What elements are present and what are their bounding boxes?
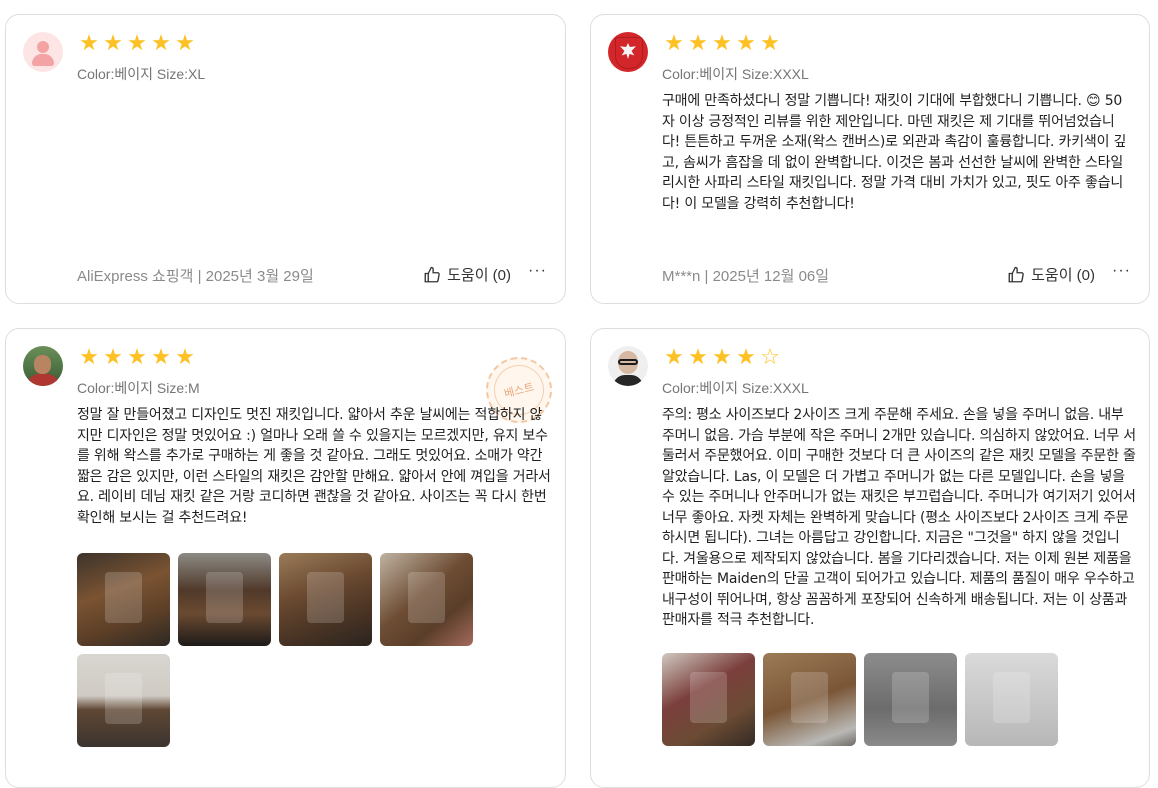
more-options-icon[interactable]: ··· [528, 262, 547, 280]
review-photo[interactable] [662, 653, 755, 746]
sku-info: Color:베이지 Size:XXXL [662, 66, 809, 82]
star-rating: ★ ★ ★ ★ ★ [78, 347, 196, 369]
star-rating: ★ ★ ★ ★ ☆ [663, 347, 781, 369]
star-icon: ★ [175, 345, 195, 370]
sku-info: Color:베이지 Size:XL [77, 66, 206, 82]
review-photo[interactable] [965, 653, 1058, 746]
sku-info: Color:베이지 Size:XXXL [662, 380, 809, 396]
star-icon: ★ [79, 345, 99, 370]
review-card: ★ ★ ★ ★ ☆ Color:베이지 Size:XXXL 주의: 평소 사이즈보다 2… [590, 328, 1150, 788]
star-rating: ★ ★ ★ ★ ★ [78, 33, 196, 55]
review-photo[interactable] [77, 553, 170, 646]
review-meta: M***n | 2025년 12월 06일 [662, 268, 830, 285]
star-rating: ★ ★ ★ ★ ★ [663, 33, 781, 55]
review-footer: M***n | 2025년 12월 06일 도움이 (0) ··· [662, 262, 1131, 286]
review-card: ★ ★ ★ ★ ★ Color:베이지 Size:M 베스트 정말 잘 만들어졌고 디자… [5, 328, 566, 788]
review-footer: AliExpress 쇼핑객 | 2025년 3월 29일 도움이 (0) ··… [77, 262, 547, 286]
star-icon: ★ [664, 31, 684, 56]
avatar [23, 346, 63, 386]
sku-info: Color:베이지 Size:M [77, 380, 200, 396]
star-icon: ★ [688, 31, 708, 56]
review-photo[interactable] [279, 553, 372, 646]
thumbs-up-icon [424, 266, 440, 282]
helpful-label: 도움이 (0) [447, 267, 511, 284]
star-icon: ★ [79, 31, 99, 56]
star-icon: ★ [736, 31, 756, 56]
star-icon: ★ [736, 345, 756, 370]
review-photos [662, 653, 1082, 746]
star-icon: ★ [712, 345, 732, 370]
review-meta: AliExpress 쇼핑객 | 2025년 3월 29일 [77, 268, 314, 285]
review-photos [77, 553, 497, 747]
star-icon: ★ [688, 345, 708, 370]
avatar [608, 346, 648, 386]
star-icon: ★ [151, 31, 171, 56]
review-photo[interactable] [178, 553, 271, 646]
star-icon: ★ [760, 31, 780, 56]
star-icon: ★ [175, 31, 195, 56]
star-icon: ★ [664, 345, 684, 370]
more-options-icon[interactable]: ··· [1112, 262, 1131, 280]
avatar [23, 32, 63, 72]
review-text: 정말 잘 만들어졌고 디자인도 멋진 재킷입니다. 얇아서 추운 날씨에는 적합… [77, 407, 551, 526]
review-photo[interactable] [763, 653, 856, 746]
helpful-button[interactable]: 도움이 (0) [423, 264, 511, 285]
star-icon: ★ [103, 345, 123, 370]
review-text: 구매에 만족하셨다니 정말 기쁩니다! 재킷이 기대에 부합했다니 기쁩니다. … [662, 93, 1127, 212]
star-empty-icon: ☆ [760, 345, 780, 370]
helpful-label: 도움이 (0) [1031, 267, 1095, 284]
review-photo[interactable] [380, 553, 473, 646]
thumbs-up-icon [1008, 266, 1024, 282]
review-text: 주의: 평소 사이즈보다 2사이즈 크게 주문해 주세요. 손을 넣을 주머니 … [662, 407, 1136, 628]
review-card: ★ ★ ★ ★ ★ Color:베이지 Size:XL AliExpress 쇼핑객 |… [5, 14, 566, 304]
review-card: ★ ★ ★ ★ ★ Color:베이지 Size:XXXL 구매에 만족하셨다니 정말 … [590, 14, 1150, 304]
star-icon: ★ [712, 31, 732, 56]
avatar [608, 32, 648, 72]
star-icon: ★ [127, 345, 147, 370]
review-photo[interactable] [77, 654, 170, 747]
review-photo[interactable] [864, 653, 957, 746]
helpful-button[interactable]: 도움이 (0) [1007, 264, 1095, 285]
star-icon: ★ [151, 345, 171, 370]
star-icon: ★ [127, 31, 147, 56]
star-icon: ★ [103, 31, 123, 56]
